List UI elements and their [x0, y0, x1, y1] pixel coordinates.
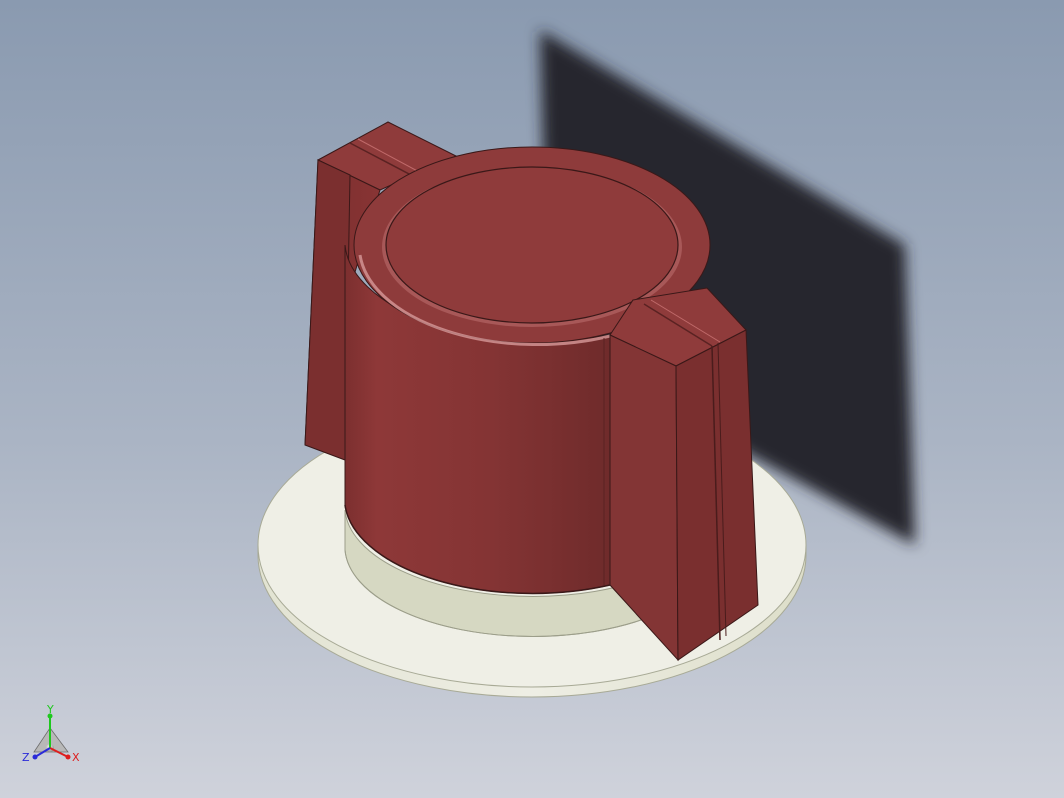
3d-viewport[interactable]: Y X Z: [0, 0, 1064, 798]
y-axis-label: Y: [46, 703, 54, 716]
z-axis-tip: [32, 754, 38, 760]
pointer-fin: [603, 287, 759, 662]
x-axis-tip: [65, 754, 71, 760]
x-axis-label: X: [72, 751, 80, 764]
model-canvas[interactable]: Y X Z: [0, 0, 1064, 798]
z-axis-label: Z: [22, 751, 30, 764]
